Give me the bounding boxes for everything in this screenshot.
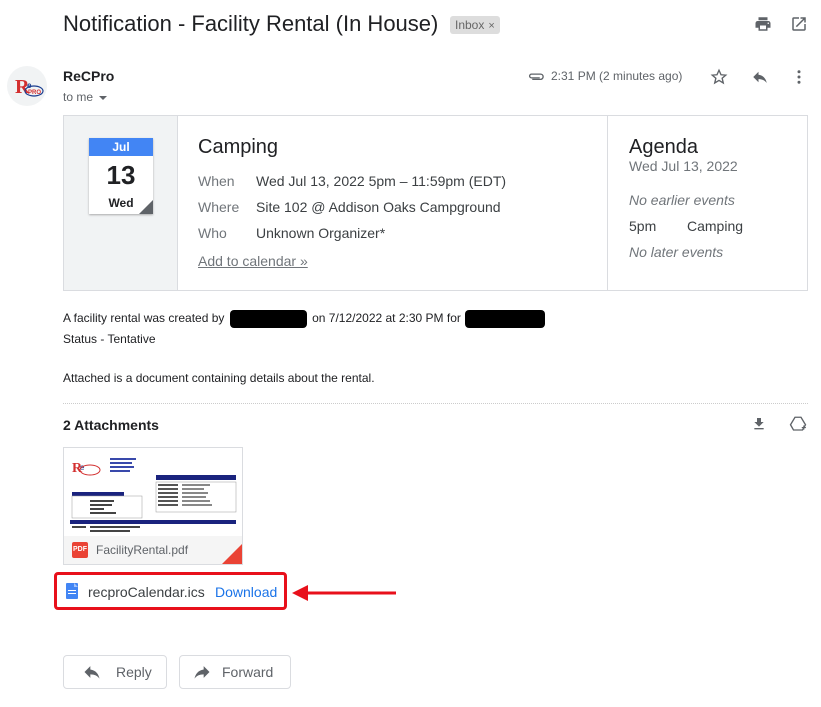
attachments-count: 2 Attachments xyxy=(63,417,159,433)
event-title: Camping xyxy=(198,136,279,158)
event-who-label: Who xyxy=(198,225,227,241)
event-where-label: Where xyxy=(198,199,240,215)
email-subject: Notification - Facility Rental (In House… xyxy=(63,11,439,36)
reply-icon[interactable] xyxy=(749,66,771,88)
page-fold-decoration xyxy=(139,200,153,214)
inbox-label-text: Inbox xyxy=(455,18,485,32)
star-icon[interactable] xyxy=(708,66,730,88)
ics-download-link[interactable]: Download xyxy=(215,584,277,600)
forward-arrow-icon xyxy=(194,666,210,679)
body-created-by-text: A facility rental was created by xyxy=(63,311,225,326)
ics-attachment-name[interactable]: recproCalendar.ics xyxy=(88,584,205,600)
event-who-value: Unknown Organizer* xyxy=(256,225,386,241)
remove-label-icon[interactable]: × xyxy=(488,20,494,32)
recipient-details[interactable]: to me xyxy=(63,90,108,104)
more-options-icon[interactable] xyxy=(788,66,810,88)
agenda-title: Agenda xyxy=(629,136,698,158)
reply-label: Reply xyxy=(116,664,152,680)
pdf-icon: PDF xyxy=(72,542,88,558)
reply-arrow-icon xyxy=(84,666,100,679)
print-icon[interactable] xyxy=(752,13,774,35)
calendar-month: Jul xyxy=(89,138,153,156)
document-icon xyxy=(66,583,78,599)
download-all-icon[interactable] xyxy=(748,413,770,435)
email-timestamp: 2:31 PM (2 minutes ago) xyxy=(551,69,683,83)
recipient-text: to me xyxy=(63,90,94,104)
inbox-label-chip[interactable]: Inbox × xyxy=(450,16,500,34)
invite-date-panel: Jul 13 Wed xyxy=(64,116,178,290)
sender-name[interactable]: ReCPro xyxy=(63,68,114,84)
svg-text:e: e xyxy=(27,81,32,90)
forward-label: Forward xyxy=(222,664,274,680)
calendar-date-tile: Jul 13 Wed xyxy=(89,138,153,214)
add-to-calendar-link[interactable]: Add to calendar » xyxy=(198,253,308,269)
agenda-event-name[interactable]: Camping xyxy=(687,218,743,234)
body-created-on-text: on 7/12/2022 at 2:30 PM for xyxy=(312,311,461,326)
svg-text:PRO: PRO xyxy=(28,90,41,96)
event-when-label: When xyxy=(198,173,235,189)
pdf-attachment-name[interactable]: FacilityRental.pdf xyxy=(96,543,188,557)
pdf-thumbnail: R e xyxy=(64,448,242,536)
attachments-divider xyxy=(63,403,808,404)
open-new-window-icon[interactable] xyxy=(788,13,810,35)
event-where-value: Site 102 @ Addison Oaks Campground xyxy=(256,199,501,215)
agenda-panel: Agenda Wed Jul 13, 2022 No earlier event… xyxy=(607,116,808,290)
body-line-status: Status - Tentative xyxy=(63,332,156,346)
event-when-value: Wed Jul 13, 2022 5pm – 11:59pm (EDT) xyxy=(256,173,507,189)
attachment-clip-icon xyxy=(527,69,545,88)
agenda-no-earlier: No earlier events xyxy=(629,192,735,208)
body-line-attached: Attached is a document containing detail… xyxy=(63,371,375,385)
calendar-day: 13 xyxy=(106,160,136,190)
agenda-date: Wed Jul 13, 2022 xyxy=(629,158,738,174)
pdf-attachment-card[interactable]: R e PDF FacilityRental.pdf xyxy=(63,447,243,565)
pdf-corner-fold xyxy=(222,544,242,564)
redacted-facility xyxy=(465,310,546,328)
red-arrow-annotation xyxy=(290,584,400,607)
body-line-created: A facility rental was created by on 7/12… xyxy=(63,310,546,328)
chevron-down-icon xyxy=(99,95,108,100)
forward-button[interactable]: Forward xyxy=(179,655,291,689)
sender-avatar[interactable]: R e PRO xyxy=(7,66,47,106)
reply-button[interactable]: Reply xyxy=(63,655,167,689)
agenda-event-time: 5pm xyxy=(629,218,657,234)
agenda-no-later: No later events xyxy=(629,244,724,260)
redacted-name xyxy=(229,310,307,328)
calendar-invite-card: Jul 13 Wed Camping When Wed Jul 13, 2022… xyxy=(63,115,808,291)
add-to-drive-icon[interactable] xyxy=(787,413,809,435)
